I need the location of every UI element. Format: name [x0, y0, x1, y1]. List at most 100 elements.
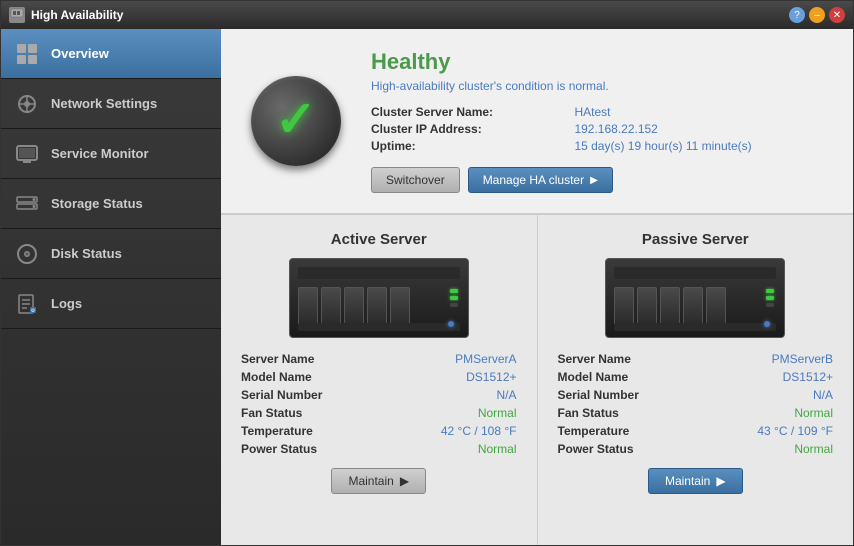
active-power-label: Power Status — [241, 442, 378, 456]
cluster-server-name-value: HAtest — [574, 105, 823, 119]
passive-power-value: Normal — [702, 442, 833, 456]
sidebar-item-overview[interactable]: Overview — [1, 29, 221, 79]
active-model-name-value: DS1512+ — [386, 370, 517, 384]
passive-light-3 — [766, 303, 774, 307]
slot-1 — [298, 287, 318, 325]
passive-server-name-value: PMServerB — [702, 352, 833, 366]
active-fan-label: Fan Status — [241, 406, 378, 420]
switchover-button[interactable]: Switchover — [371, 167, 460, 193]
passive-light-2 — [766, 296, 774, 300]
health-title: Healthy — [371, 49, 823, 75]
logs-icon: ⚙ — [13, 290, 41, 318]
active-server-info: Server Name PMServerA Model Name DS1512+… — [241, 352, 517, 456]
network-settings-icon — [13, 90, 41, 118]
minimize-button[interactable]: – — [809, 7, 825, 23]
sidebar-item-storage-status[interactable]: Storage Status — [1, 179, 221, 229]
passive-model-name-label: Model Name — [558, 370, 695, 384]
passive-maintain-button[interactable]: Maintain ▶ — [648, 468, 743, 494]
slot-5 — [390, 287, 410, 325]
server-slots — [298, 287, 410, 325]
sidebar-overview-label: Overview — [51, 46, 109, 61]
sidebar-network-label: Network Settings — [51, 96, 157, 111]
passive-server-lights — [766, 289, 774, 307]
sidebar-item-logs[interactable]: ⚙ Logs — [1, 279, 221, 329]
active-server-image — [289, 258, 469, 338]
svg-text:⚙: ⚙ — [31, 308, 36, 314]
manage-arrow-icon: ▶ — [590, 175, 598, 186]
sidebar-item-service-monitor[interactable]: Service Monitor — [1, 129, 221, 179]
sidebar: Overview Network Settings — [1, 29, 221, 545]
active-server-name-value: PMServerA — [386, 352, 517, 366]
overview-icon — [13, 40, 41, 68]
passive-temp-value: 43 °C / 109 °F — [702, 424, 833, 438]
light-3 — [450, 303, 458, 307]
sidebar-service-label: Service Monitor — [51, 146, 149, 161]
passive-fan-label: Fan Status — [558, 406, 695, 420]
overview-panel: ✓ Healthy High-availability cluster's co… — [221, 29, 853, 215]
passive-slot-3 — [660, 287, 680, 325]
passive-power-label: Power Status — [558, 442, 695, 456]
uptime-value: 15 day(s) 19 hour(s) 11 minute(s) — [574, 139, 823, 153]
slot-3 — [344, 287, 364, 325]
passive-temp-label: Temperature — [558, 424, 695, 438]
active-power-value: Normal — [386, 442, 517, 456]
passive-server-slots — [614, 287, 726, 325]
active-server-name-label: Server Name — [241, 352, 378, 366]
sidebar-item-network-settings[interactable]: Network Settings — [1, 79, 221, 129]
passive-fan-value: Normal — [702, 406, 833, 420]
active-serial-label: Serial Number — [241, 388, 378, 402]
passive-light-1 — [766, 289, 774, 293]
checkmark-icon: ✓ — [275, 94, 317, 144]
light-1 — [450, 289, 458, 293]
content-area: ✓ Healthy High-availability cluster's co… — [221, 29, 853, 545]
main-layout: Overview Network Settings — [1, 29, 853, 545]
titlebar: High Availability ? – ✕ — [1, 1, 853, 29]
active-serial-value: N/A — [386, 388, 517, 402]
active-server-footer: Maintain ▶ — [241, 468, 517, 494]
passive-slot-5 — [706, 287, 726, 325]
sidebar-logs-label: Logs — [51, 296, 82, 311]
active-fan-value: Normal — [386, 406, 517, 420]
passive-server-section: Passive Server — [538, 215, 854, 545]
passive-serial-value: N/A — [702, 388, 833, 402]
sidebar-item-disk-status[interactable]: Disk Status — [1, 229, 221, 279]
passive-server-title: Passive Server — [558, 231, 834, 248]
action-buttons: Switchover Manage HA cluster ▶ — [371, 167, 823, 193]
passive-model-name-value: DS1512+ — [702, 370, 833, 384]
app-icon — [9, 7, 25, 23]
passive-server-footer: Maintain ▶ — [558, 468, 834, 494]
help-button[interactable]: ? — [789, 7, 805, 23]
manage-ha-label: Manage HA cluster — [483, 173, 584, 187]
active-server-title: Active Server — [241, 231, 517, 248]
passive-server-bottom — [614, 323, 776, 331]
sidebar-disk-label: Disk Status — [51, 246, 122, 261]
disk-status-icon — [13, 240, 41, 268]
close-button[interactable]: ✕ — [829, 7, 845, 23]
passive-maintain-label: Maintain — [665, 474, 710, 488]
cluster-server-name-label: Cluster Server Name: — [371, 105, 564, 119]
server-bottom — [298, 323, 460, 331]
status-info: Healthy High-availability cluster's cond… — [371, 49, 823, 193]
slot-2 — [321, 287, 341, 325]
active-maintain-button[interactable]: Maintain ▶ — [331, 468, 426, 494]
server-dot — [448, 321, 454, 327]
manage-ha-button[interactable]: Manage HA cluster ▶ — [468, 167, 613, 193]
uptime-label: Uptime: — [371, 139, 564, 153]
passive-slot-2 — [637, 287, 657, 325]
light-2 — [450, 296, 458, 300]
passive-server-name-label: Server Name — [558, 352, 695, 366]
passive-server-image — [605, 258, 785, 338]
window-title: High Availability — [31, 8, 123, 22]
storage-status-icon — [13, 190, 41, 218]
passive-slot-1 — [614, 287, 634, 325]
health-desc: High-availability cluster's condition is… — [371, 79, 823, 93]
active-model-name-label: Model Name — [241, 370, 378, 384]
passive-server-info: Server Name PMServerB Model Name DS1512+… — [558, 352, 834, 456]
slot-4 — [367, 287, 387, 325]
window-controls: ? – ✕ — [789, 7, 845, 23]
passive-serial-label: Serial Number — [558, 388, 695, 402]
health-status-icon: ✓ — [251, 76, 341, 166]
main-window: High Availability ? – ✕ Overview — [0, 0, 854, 546]
active-maintain-label: Maintain — [348, 474, 393, 488]
cluster-ip-value: 192.168.22.152 — [574, 122, 823, 136]
